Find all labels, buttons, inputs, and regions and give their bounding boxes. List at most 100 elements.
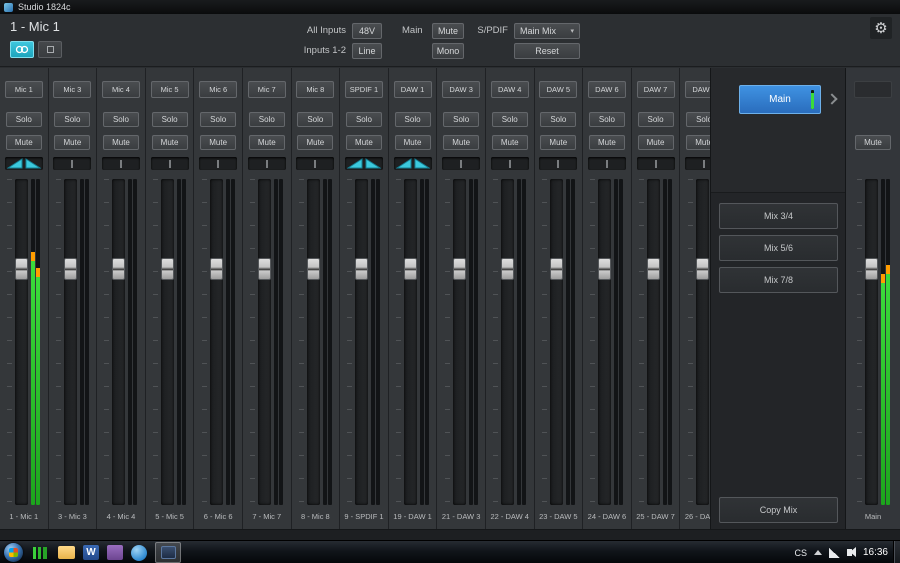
fader-track[interactable] bbox=[453, 179, 466, 505]
channel-name-button[interactable]: DAW 4 bbox=[491, 81, 529, 98]
solo-button[interactable]: Solo bbox=[297, 112, 333, 127]
channel-name-button[interactable]: DAW 6 bbox=[588, 81, 626, 98]
pan-control[interactable] bbox=[296, 157, 334, 170]
channel-name-button[interactable]: SPDIF 1 bbox=[345, 81, 383, 98]
settings-gear-icon[interactable]: ⚙ bbox=[870, 17, 892, 39]
pan-control[interactable] bbox=[248, 157, 286, 170]
main-mono-button[interactable]: Mono bbox=[432, 43, 464, 59]
fader-track[interactable] bbox=[647, 179, 660, 505]
presentation-app-icon[interactable] bbox=[107, 545, 123, 560]
channel-name-button[interactable]: Mic 4 bbox=[102, 81, 140, 98]
solo-button[interactable]: Solo bbox=[589, 112, 625, 127]
solo-button[interactable]: Solo bbox=[638, 112, 674, 127]
fader-handle[interactable] bbox=[501, 258, 514, 280]
solo-button[interactable]: Solo bbox=[346, 112, 382, 127]
explorer-icon[interactable] bbox=[58, 546, 75, 559]
fader-track[interactable] bbox=[696, 179, 709, 505]
main-mix-tab[interactable]: Main bbox=[739, 85, 821, 114]
fader-track[interactable] bbox=[15, 179, 28, 505]
equalizer-app-icon[interactable] bbox=[30, 544, 50, 562]
fader-track[interactable] bbox=[112, 179, 125, 505]
mute-button[interactable]: Mute bbox=[249, 135, 285, 150]
pan-control[interactable] bbox=[345, 157, 383, 170]
mute-button[interactable]: Mute bbox=[297, 135, 333, 150]
pan-control[interactable] bbox=[637, 157, 675, 170]
channel-name-button[interactable]: Mic 5 bbox=[151, 81, 189, 98]
channel-name-button[interactable]: Mic 6 bbox=[199, 81, 237, 98]
pan-control[interactable] bbox=[394, 157, 432, 170]
fader-track[interactable] bbox=[550, 179, 563, 505]
pan-control[interactable] bbox=[199, 157, 237, 170]
mute-button[interactable]: Mute bbox=[540, 135, 576, 150]
pan-control[interactable] bbox=[102, 157, 140, 170]
fader-handle[interactable] bbox=[64, 258, 77, 280]
mute-button[interactable]: Mute bbox=[492, 135, 528, 150]
fader-track[interactable] bbox=[307, 179, 320, 505]
fader-handle[interactable] bbox=[865, 258, 878, 280]
mute-button[interactable]: Mute bbox=[443, 135, 479, 150]
fader-handle[interactable] bbox=[307, 258, 320, 280]
mix-3-4-tab[interactable]: Mix 3/4 bbox=[719, 203, 838, 229]
mute-button[interactable]: Mute bbox=[589, 135, 625, 150]
fader-track[interactable] bbox=[598, 179, 611, 505]
channel-name-button[interactable]: DAW 5 bbox=[539, 81, 577, 98]
pan-control[interactable] bbox=[539, 157, 577, 170]
channel-name-button[interactable]: Mic 7 bbox=[248, 81, 286, 98]
fader-handle[interactable] bbox=[453, 258, 466, 280]
pan-control[interactable] bbox=[151, 157, 189, 170]
fader-handle[interactable] bbox=[161, 258, 174, 280]
channel-name-button[interactable]: Mic 1 bbox=[5, 81, 43, 98]
channel-name-button[interactable]: DAW 1 bbox=[394, 81, 432, 98]
language-indicator[interactable]: CS bbox=[794, 548, 807, 558]
channel-name-button[interactable]: DAW 3 bbox=[442, 81, 480, 98]
solo-button[interactable]: Solo bbox=[395, 112, 431, 127]
clock[interactable]: 16:36 bbox=[863, 547, 888, 558]
show-desktop-button[interactable] bbox=[893, 541, 900, 563]
fader-handle[interactable] bbox=[112, 258, 125, 280]
pan-control[interactable] bbox=[685, 157, 712, 170]
mute-button[interactable]: Mute bbox=[152, 135, 188, 150]
fader-handle[interactable] bbox=[258, 258, 271, 280]
fader-handle[interactable] bbox=[647, 258, 660, 280]
fader-track[interactable] bbox=[355, 179, 368, 505]
channel-name-button[interactable]: DAW 7 bbox=[637, 81, 675, 98]
solo-button[interactable]: Solo bbox=[54, 112, 90, 127]
copy-mix-button[interactable]: Copy Mix bbox=[719, 497, 838, 523]
mute-button[interactable]: Mute bbox=[6, 135, 42, 150]
solo-button[interactable]: Solo bbox=[540, 112, 576, 127]
phantom-power-button[interactable]: 48V bbox=[352, 23, 382, 39]
spdif-source-select[interactable]: Main Mix ▾ bbox=[514, 23, 580, 39]
channel-name-button[interactable]: Mic 8 bbox=[296, 81, 334, 98]
browser-icon[interactable] bbox=[131, 545, 147, 561]
fader-track[interactable] bbox=[210, 179, 223, 505]
main-mute-button[interactable]: Mute bbox=[432, 23, 464, 39]
start-button[interactable] bbox=[4, 543, 23, 562]
pan-control[interactable] bbox=[53, 157, 91, 170]
channel-name-button[interactable]: Mic 3 bbox=[53, 81, 91, 98]
universal-control-taskbar-button[interactable] bbox=[155, 542, 181, 563]
word-icon[interactable]: W bbox=[83, 545, 99, 560]
mix-7-8-tab[interactable]: Mix 7/8 bbox=[719, 267, 838, 293]
fader-handle[interactable] bbox=[355, 258, 368, 280]
main-strip-mute-button[interactable]: Mute bbox=[855, 135, 891, 150]
fader-handle[interactable] bbox=[15, 258, 28, 280]
pan-control[interactable] bbox=[588, 157, 626, 170]
mono-mode-button[interactable] bbox=[38, 41, 62, 58]
mute-button[interactable]: Mute bbox=[638, 135, 674, 150]
pan-control[interactable] bbox=[442, 157, 480, 170]
fader-track[interactable] bbox=[258, 179, 271, 505]
fader-handle[interactable] bbox=[210, 258, 223, 280]
mute-button[interactable]: Mute bbox=[54, 135, 90, 150]
reset-button[interactable]: Reset bbox=[514, 43, 580, 59]
solo-button[interactable]: Solo bbox=[6, 112, 42, 127]
fader-handle[interactable] bbox=[696, 258, 709, 280]
solo-button[interactable]: Solo bbox=[103, 112, 139, 127]
solo-button[interactable]: Solo bbox=[249, 112, 285, 127]
solo-button[interactable]: Solo bbox=[686, 112, 712, 127]
mix-5-6-tab[interactable]: Mix 5/6 bbox=[719, 235, 838, 261]
mute-button[interactable]: Mute bbox=[200, 135, 236, 150]
volume-icon[interactable] bbox=[847, 549, 852, 556]
fader-track[interactable] bbox=[865, 179, 878, 505]
stereo-link-button[interactable] bbox=[10, 41, 34, 58]
mute-button[interactable]: Mute bbox=[103, 135, 139, 150]
